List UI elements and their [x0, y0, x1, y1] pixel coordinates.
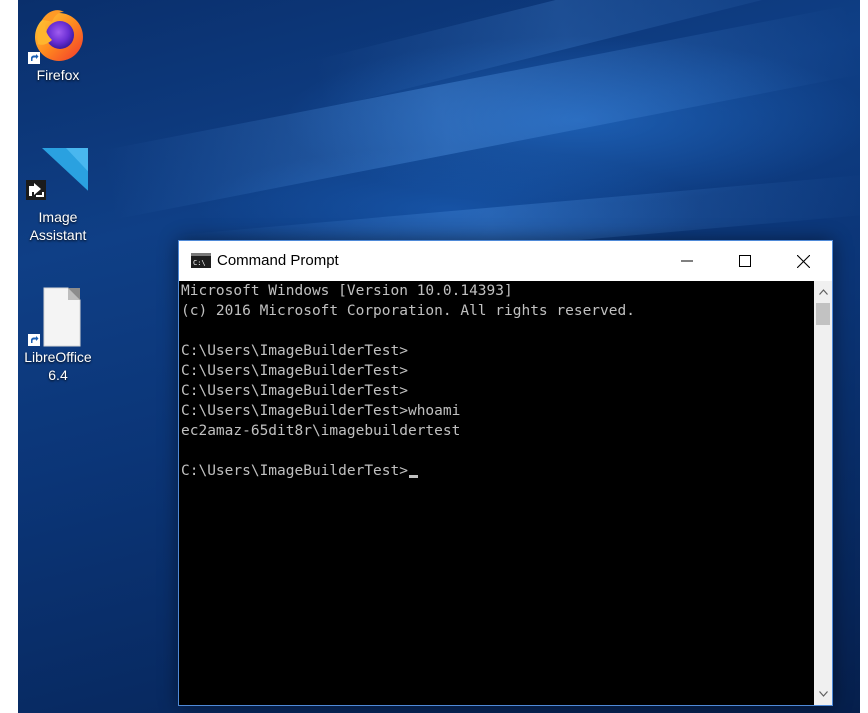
desktop-icon-label: Image Assistant [29, 209, 87, 243]
scroll-down-button[interactable] [814, 685, 832, 703]
image-assistant-icon [26, 146, 98, 206]
scroll-up-button[interactable] [814, 283, 832, 301]
minimize-icon [681, 260, 693, 262]
console-line: C:\Users\ImageBuilderTest> [181, 383, 408, 399]
close-button[interactable] [774, 241, 832, 281]
text-cursor [408, 475, 418, 478]
title-bar[interactable]: C:\ Command Prompt [179, 241, 832, 281]
image-assistant-arrow-icon [26, 180, 46, 200]
cmd-icon: C:\ [191, 253, 211, 268]
console-line: C:\Users\ImageBuilderTest> [181, 343, 408, 359]
desktop-icon-firefox[interactable]: Firefox [18, 4, 98, 84]
firefox-icon [28, 4, 88, 64]
libreoffice-icon [28, 286, 88, 347]
minimize-button[interactable] [658, 241, 716, 281]
desktop-icon-label: LibreOffice 6.4 [24, 349, 92, 383]
close-icon [796, 254, 810, 268]
console-line: C:\Users\ImageBuilderTest>whoami [181, 403, 461, 419]
chevron-down-icon [818, 691, 828, 697]
chevron-up-icon [818, 289, 828, 295]
console-output[interactable]: Microsoft Windows [Version 10.0.14393] (… [179, 281, 814, 705]
desktop-icon-image-assistant[interactable]: Image Assistant [18, 146, 98, 244]
command-prompt-window[interactable]: C:\ Command Prompt Microsoft Windows [Ve… [178, 240, 833, 706]
console-line: Microsoft Windows [Version 10.0.14393] [181, 283, 513, 299]
svg-text:C:\: C:\ [193, 259, 206, 267]
shortcut-arrow-icon [28, 334, 40, 346]
window-title: Command Prompt [217, 252, 339, 269]
maximize-button[interactable] [716, 241, 774, 281]
maximize-icon [739, 255, 751, 267]
shortcut-arrow-icon [28, 52, 40, 64]
vertical-scrollbar[interactable] [814, 281, 832, 705]
desktop-icon-label: Firefox [36, 67, 80, 83]
console-line: C:\Users\ImageBuilderTest> [181, 363, 408, 379]
console-prompt-line[interactable]: C:\Users\ImageBuilderTest> [181, 461, 814, 481]
console-line: (c) 2016 Microsoft Corporation. All righ… [181, 303, 635, 319]
desktop-icon-libreoffice[interactable]: LibreOffice 6.4 [18, 286, 98, 384]
console-line: ec2amaz-65dit8r\imagebuildertest [181, 423, 461, 439]
console-prompt: C:\Users\ImageBuilderTest> [181, 463, 408, 479]
scroll-thumb[interactable] [816, 303, 830, 325]
